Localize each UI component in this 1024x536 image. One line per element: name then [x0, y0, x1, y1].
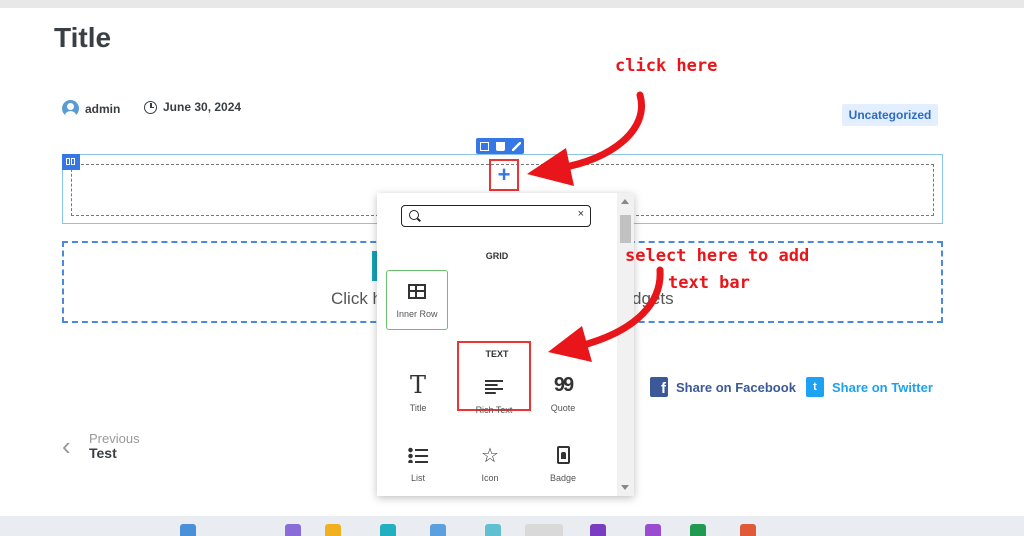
taskbar-app[interactable]: [430, 524, 446, 536]
taskbar-app[interactable]: [740, 524, 756, 536]
taskbar-app[interactable]: [690, 524, 706, 536]
taskbar-app[interactable]: [285, 524, 301, 536]
taskbar-app[interactable]: [380, 524, 396, 536]
taskbar-app[interactable]: [485, 524, 501, 536]
annotation-arrows: [527, 91, 664, 362]
arrow-head-rich-text: [548, 326, 592, 362]
arrow-head-plus: [527, 148, 574, 186]
taskbar-app[interactable]: [325, 524, 341, 536]
taskbar: [0, 516, 1024, 536]
taskbar-app[interactable]: [525, 524, 563, 536]
arrow-to-rich-text: [576, 266, 664, 350]
taskbar-app[interactable]: [180, 524, 196, 536]
arrow-to-plus: [556, 91, 645, 172]
taskbar-app[interactable]: [590, 524, 606, 536]
taskbar-app[interactable]: [645, 524, 661, 536]
